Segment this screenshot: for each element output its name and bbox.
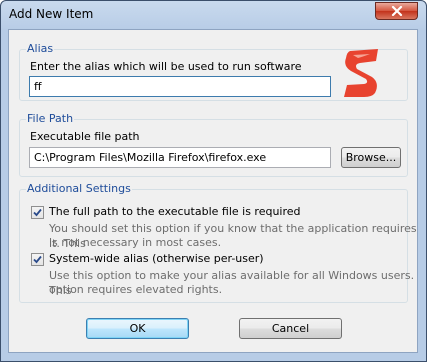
dialog-window: Add New Item Alias Enter the alias which… (0, 0, 427, 362)
full-path-desc-line2: is not necessary in most cases. (49, 236, 222, 249)
ok-button[interactable]: OK (86, 318, 189, 339)
close-icon (391, 6, 403, 16)
alias-label: Enter the alias which will be used to ru… (30, 60, 302, 73)
cancel-button[interactable]: Cancel (239, 318, 342, 339)
full-path-required-label[interactable]: The full path to the executable file is … (49, 205, 301, 218)
file-path-label: Executable file path (30, 130, 140, 143)
system-wide-alias-checkbox[interactable] (31, 253, 44, 266)
alias-input[interactable] (29, 76, 331, 97)
file-path-input[interactable] (29, 147, 331, 168)
dialog-client-area: Alias Enter the alias which will be used… (8, 29, 418, 353)
alias-group-legend: Alias (27, 42, 54, 55)
app-logo-s-icon (344, 49, 378, 97)
system-wide-desc-line2: option requires elevated rights. (49, 283, 223, 296)
full-path-required-checkbox[interactable] (31, 206, 44, 219)
checkmark-icon (33, 208, 42, 217)
title-bar[interactable]: Add New Item (1, 1, 426, 29)
checkmark-icon (33, 255, 42, 264)
browse-button[interactable]: Browse... (341, 147, 401, 168)
system-wide-alias-label[interactable]: System-wide alias (otherwise per-user) (49, 252, 264, 265)
additional-settings-legend: Additional Settings (27, 182, 131, 195)
window-title: Add New Item (9, 7, 94, 21)
file-path-group-legend: File Path (27, 112, 74, 125)
close-button[interactable] (375, 2, 418, 20)
